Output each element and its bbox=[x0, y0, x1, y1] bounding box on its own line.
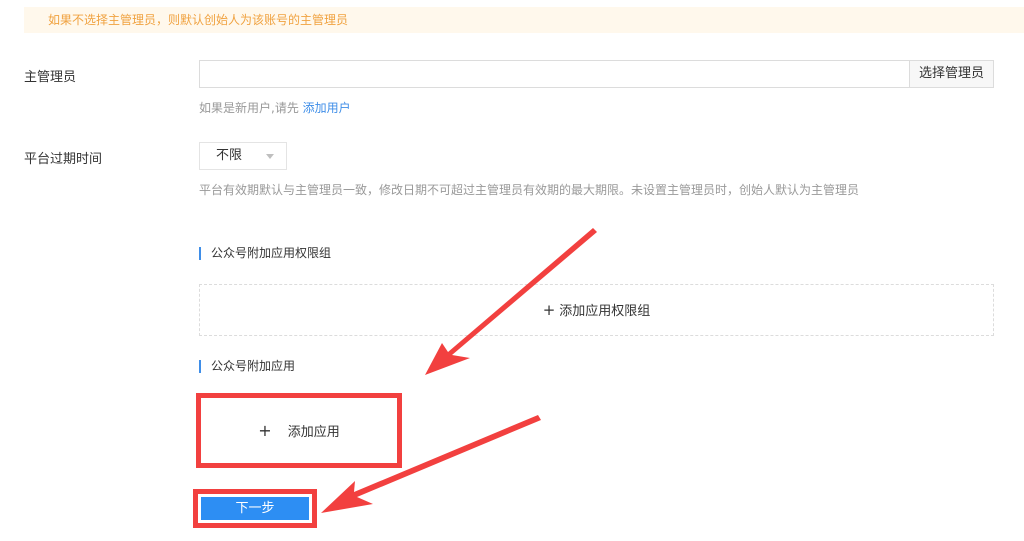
annotation-arrows bbox=[321, 228, 597, 513]
red-arrow-2 bbox=[321, 415, 541, 513]
red-arrow-1 bbox=[425, 228, 597, 375]
